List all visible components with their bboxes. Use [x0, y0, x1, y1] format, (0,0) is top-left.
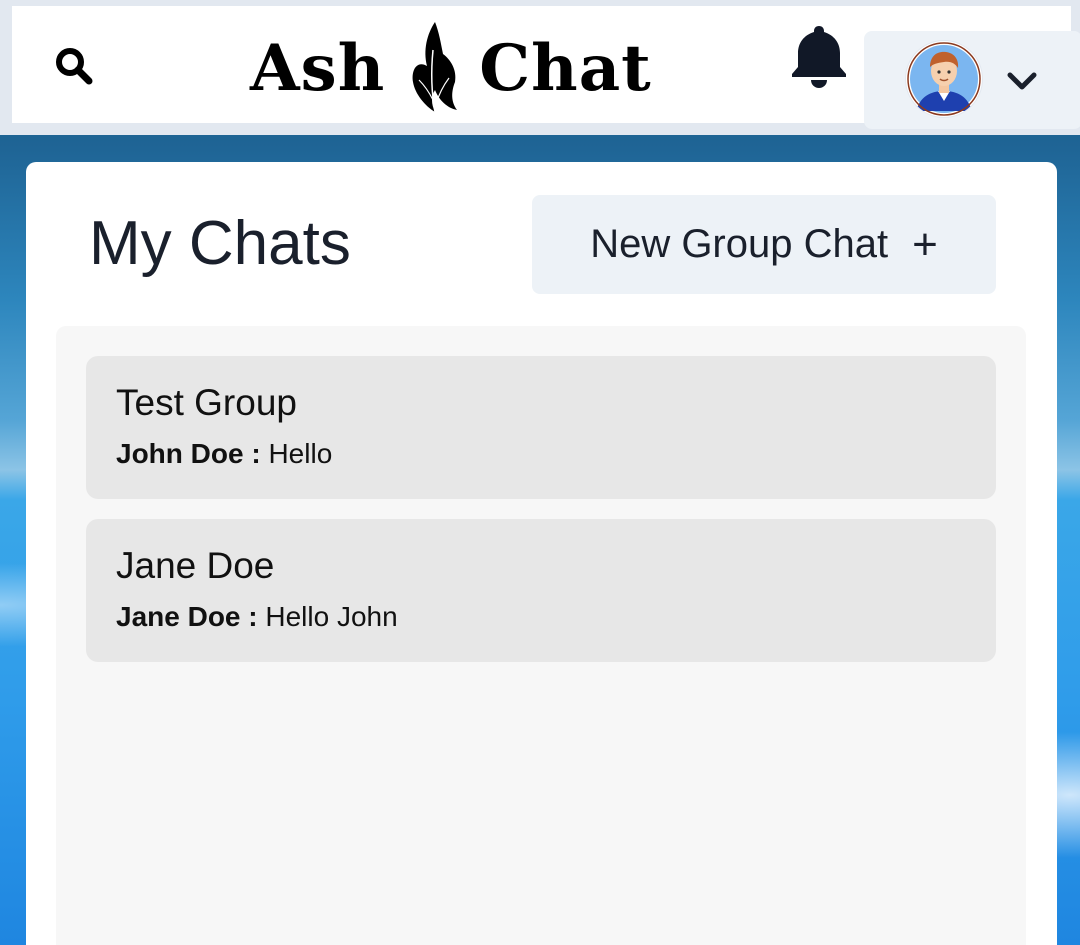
- plus-icon: +: [912, 219, 938, 269]
- app-logo: Ash Chat: [250, 18, 652, 118]
- chat-name: Jane Doe: [116, 545, 275, 586]
- new-group-chat-label: New Group Chat: [590, 222, 889, 266]
- sender-name: John Doe: [116, 438, 244, 469]
- feather-icon: [412, 22, 458, 113]
- avatar: [906, 41, 982, 117]
- chat-list: Test Group John Doe : Hello Jane Doe Jan…: [56, 326, 1026, 945]
- message-text: Hello John: [265, 601, 398, 632]
- chat-list-item[interactable]: Jane Doe Jane Doe : Hello John: [86, 519, 996, 662]
- message-text: Hello: [268, 438, 333, 469]
- bell-icon[interactable]: [787, 22, 851, 90]
- chat-latest-message: Jane Doe : Hello John: [116, 601, 398, 633]
- search-icon: [56, 48, 93, 85]
- profile-menu-button[interactable]: [864, 31, 1080, 129]
- chevron-down-icon: [1007, 72, 1037, 90]
- sender-separator: :: [243, 438, 269, 469]
- my-chats-panel: My Chats New Group Chat + Test Group Joh…: [26, 162, 1057, 945]
- brand-text-right: Chat: [479, 30, 652, 106]
- top-bar-inner: Ash Chat: [12, 6, 1080, 129]
- chat-list-item[interactable]: Test Group John Doe : Hello: [86, 356, 996, 499]
- avatar-image: [907, 42, 981, 116]
- chat-latest-sender: Jane Doe :: [116, 601, 265, 632]
- sender-name: Jane Doe: [116, 601, 241, 632]
- brand-text-left: Ash: [250, 30, 386, 106]
- sender-separator: :: [240, 601, 266, 632]
- search-button[interactable]: [50, 42, 98, 90]
- top-bar: Ash Chat: [0, 0, 1080, 135]
- new-group-chat-button[interactable]: New Group Chat +: [532, 195, 996, 294]
- chat-latest-sender: John Doe :: [116, 438, 268, 469]
- chat-latest-message: John Doe : Hello: [116, 438, 332, 470]
- chat-name: Test Group: [116, 382, 297, 423]
- page-title: My Chats: [89, 209, 351, 278]
